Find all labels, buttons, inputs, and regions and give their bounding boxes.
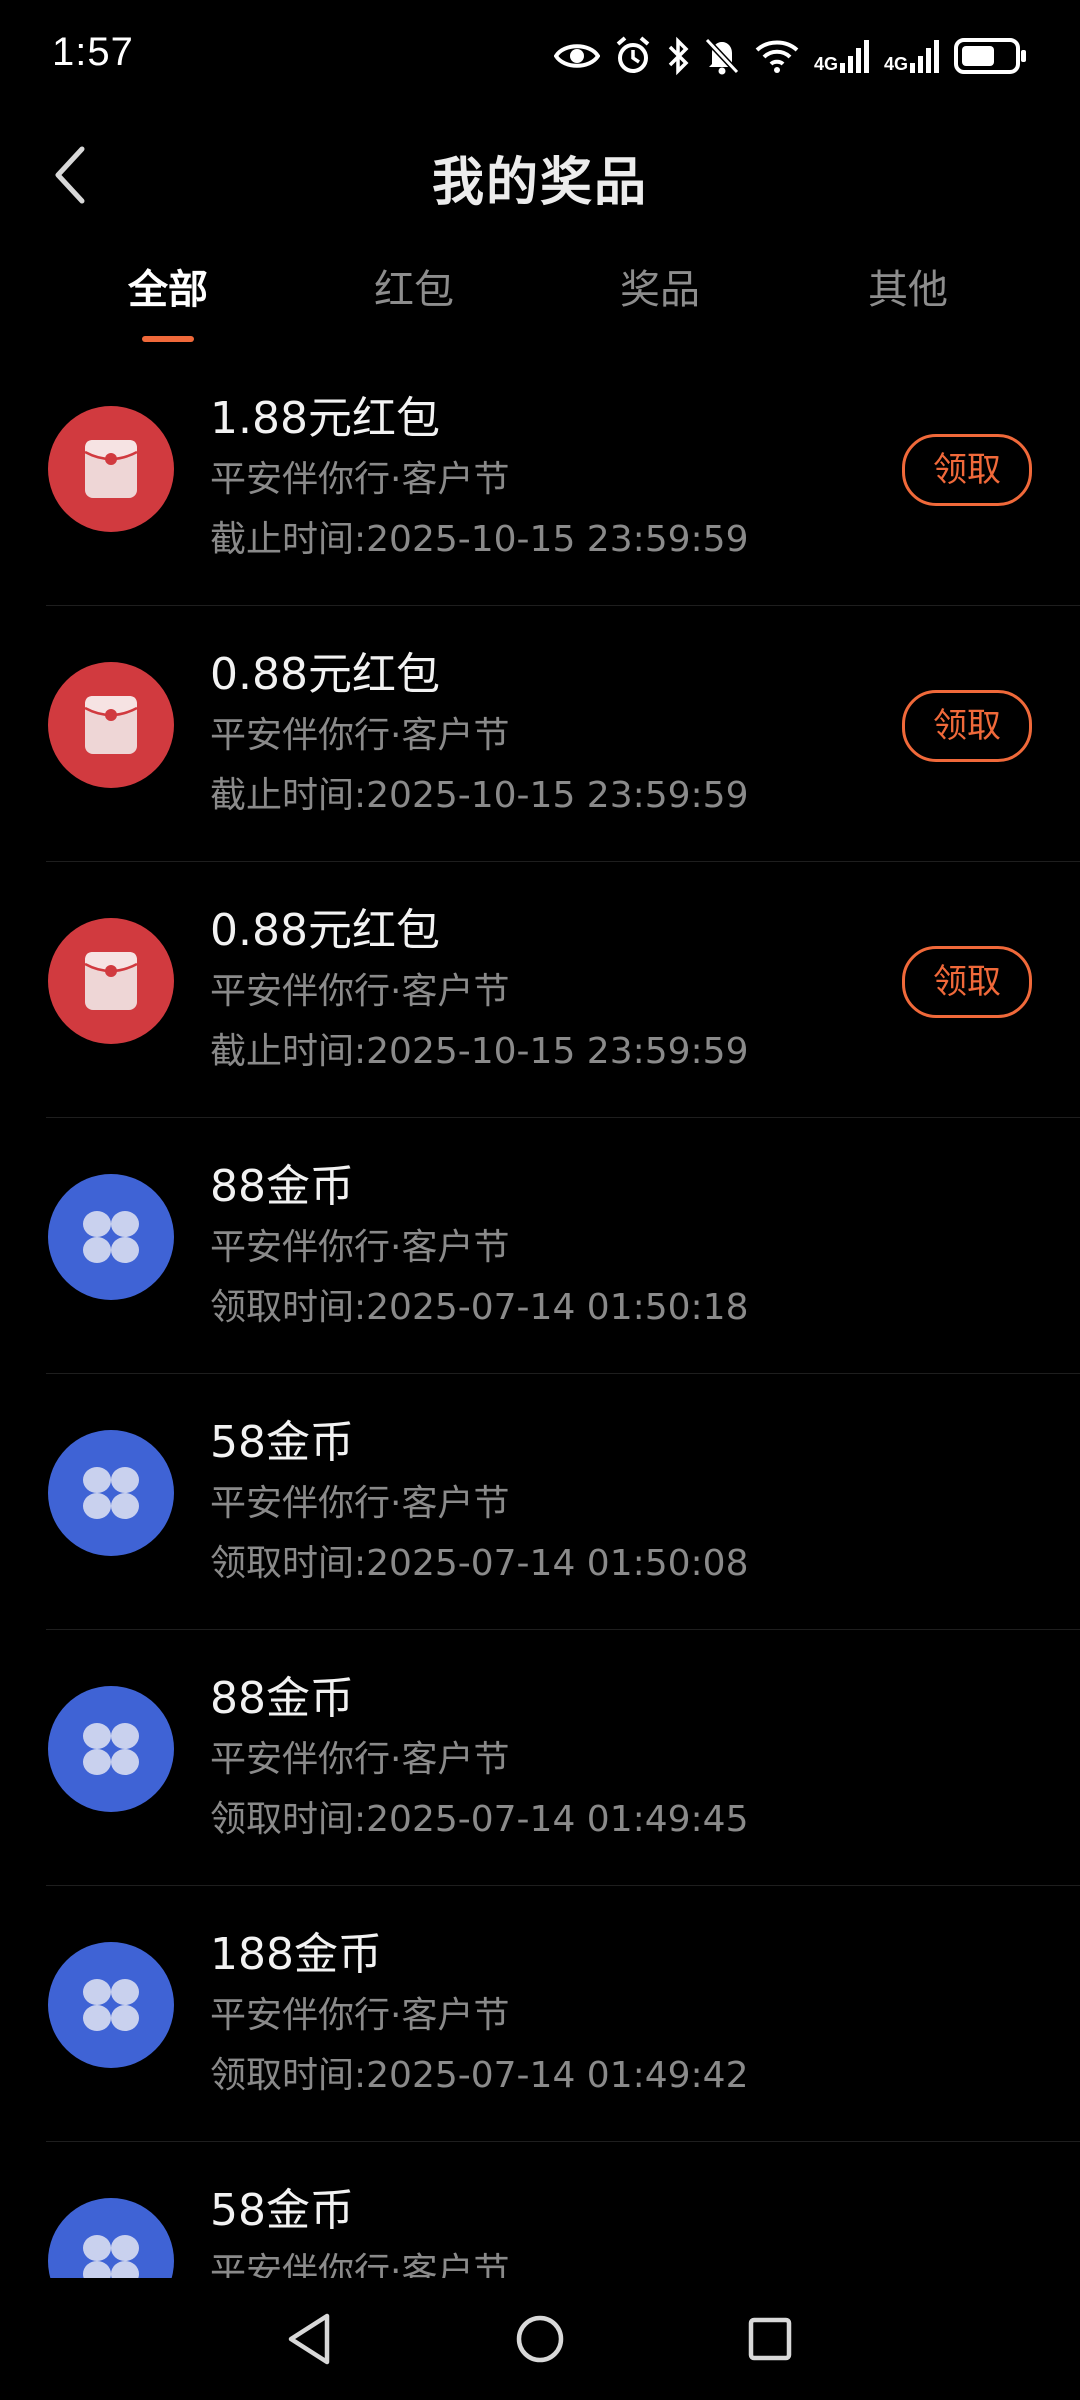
- prize-list: 1.88元红包 平安伴你行·客户节 截止时间:2025-10-15 23:59:…: [0, 350, 1080, 2278]
- item-deadline: 截止时间:2025-10-15 23:59:59: [210, 775, 749, 816]
- prize-item[interactable]: 58金币 平安伴你行·客户节: [0, 2142, 1080, 2278]
- signal-icon: [910, 40, 939, 73]
- item-claim-time: 领取时间:2025-07-14 01:50:08: [210, 1543, 749, 1584]
- active-tab-indicator: [142, 336, 194, 342]
- claim-button[interactable]: 领取: [902, 434, 1032, 506]
- item-source: 平安伴你行·客户节: [210, 1483, 510, 1524]
- item-title: 0.88元红包: [210, 905, 440, 956]
- prize-item[interactable]: 1.88元红包 平安伴你行·客户节 截止时间:2025-10-15 23:59:…: [0, 350, 1080, 606]
- item-claim-time: 领取时间:2025-07-14 01:49:42: [210, 2055, 749, 2096]
- recents-square-icon: [748, 2317, 792, 2361]
- item-source: 平安伴你行·客户节: [210, 2251, 510, 2278]
- red-packet-icon: [48, 918, 174, 1044]
- nav-back-button[interactable]: [275, 2304, 345, 2374]
- prize-item[interactable]: 88金币 平安伴你行·客户节 领取时间:2025-07-14 01:49:45: [0, 1630, 1080, 1886]
- coin-icon: [48, 1686, 174, 1812]
- tab-red-packets[interactable]: 红包: [314, 250, 514, 350]
- home-circle-icon: [516, 2315, 564, 2363]
- mute-icon: [704, 36, 740, 76]
- network-type-label: 4G: [813, 54, 838, 74]
- item-title: 1.88元红包: [210, 393, 440, 444]
- prize-item[interactable]: 88金币 平安伴你行·客户节 领取时间:2025-07-14 01:50:18: [0, 1118, 1080, 1374]
- prize-item[interactable]: 0.88元红包 平安伴你行·客户节 截止时间:2025-10-15 23:59:…: [0, 606, 1080, 862]
- nav-home-button[interactable]: [505, 2304, 575, 2374]
- tab-label: 奖品: [620, 267, 700, 313]
- item-title: 88金币: [210, 1673, 354, 1724]
- item-claim-time: 领取时间:2025-07-14 01:50:18: [210, 1287, 749, 1328]
- header: 我的奖品: [0, 110, 1080, 240]
- red-packet-icon: [48, 406, 174, 532]
- bluetooth-icon: [666, 36, 690, 76]
- back-triangle-icon: [288, 2313, 330, 2365]
- claim-button[interactable]: 领取: [902, 946, 1032, 1018]
- item-source: 平安伴你行·客户节: [210, 1739, 510, 1780]
- item-title: 58金币: [210, 1417, 354, 1468]
- tab-label: 其他: [868, 267, 948, 313]
- network-type-label: 4G: [883, 54, 908, 74]
- prize-item[interactable]: 188金币 平安伴你行·客户节 领取时间:2025-07-14 01:49:42: [0, 1886, 1080, 2142]
- tab-bar: 全部 红包 奖品 其他: [0, 250, 1080, 350]
- system-nav-bar: [0, 2278, 1080, 2400]
- battery-icon: [954, 38, 1028, 74]
- status-icons: 4G 4G: [553, 34, 1028, 78]
- cellular-2: 4G: [884, 39, 940, 73]
- item-title: 88金币: [210, 1161, 354, 1212]
- item-source: 平安伴你行·客户节: [210, 459, 510, 500]
- signal-icon: [839, 40, 869, 73]
- item-title: 188金币: [210, 1929, 382, 1980]
- nav-recents-button[interactable]: [735, 2304, 805, 2374]
- claim-button[interactable]: 领取: [902, 690, 1032, 762]
- item-title: 58金币: [210, 2185, 354, 2236]
- item-deadline: 截止时间:2025-10-15 23:59:59: [210, 1031, 749, 1072]
- wifi-icon: [754, 38, 800, 74]
- prize-item[interactable]: 0.88元红包 平安伴你行·客户节 截止时间:2025-10-15 23:59:…: [0, 862, 1080, 1118]
- tab-prizes[interactable]: 奖品: [560, 250, 760, 350]
- alarm-icon: [614, 36, 652, 76]
- red-packet-icon: [48, 662, 174, 788]
- tab-label: 红包: [374, 267, 454, 313]
- item-source: 平安伴你行·客户节: [210, 1995, 510, 2036]
- status-bar: 1:57 4G 4G: [0, 0, 1080, 110]
- page-title: 我的奖品: [431, 153, 648, 213]
- coin-icon: [48, 1942, 174, 2068]
- item-source: 平安伴你行·客户节: [210, 971, 510, 1012]
- cellular-1: 4G: [814, 39, 870, 73]
- tab-label: 全部: [128, 267, 208, 313]
- item-deadline: 截止时间:2025-10-15 23:59:59: [210, 519, 749, 560]
- coin-icon: [48, 1174, 174, 1300]
- coin-icon: [48, 1430, 174, 1556]
- prize-item[interactable]: 58金币 平安伴你行·客户节 领取时间:2025-07-14 01:50:08: [0, 1374, 1080, 1630]
- item-claim-time: 领取时间:2025-07-14 01:49:45: [210, 1799, 749, 1840]
- status-time: 1:57: [52, 30, 134, 74]
- eye-icon: [553, 39, 600, 73]
- tab-all[interactable]: 全部: [68, 250, 268, 350]
- coin-icon: [48, 2198, 174, 2278]
- item-source: 平安伴你行·客户节: [210, 1227, 510, 1268]
- tab-other[interactable]: 其他: [808, 250, 1008, 350]
- item-source: 平安伴你行·客户节: [210, 715, 510, 756]
- item-title: 0.88元红包: [210, 649, 440, 700]
